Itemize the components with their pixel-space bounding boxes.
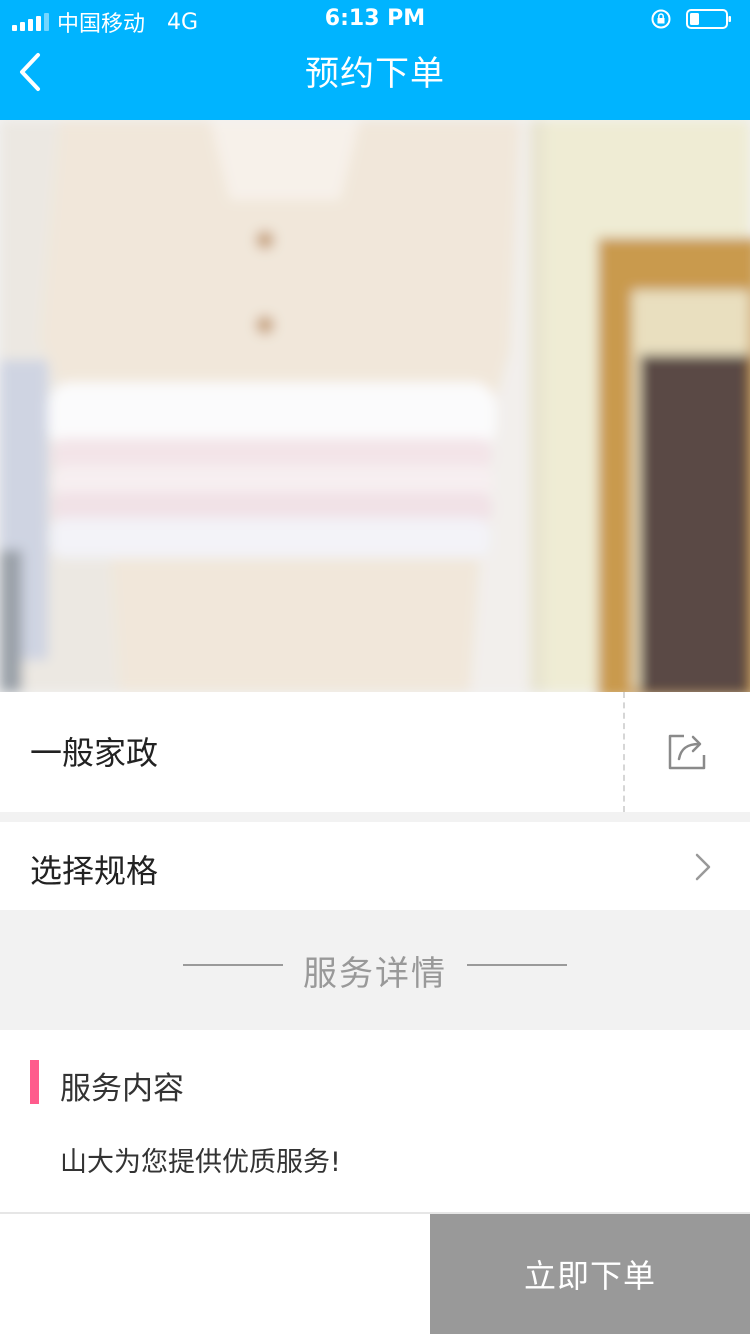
- chevron-right-icon: [695, 853, 711, 881]
- section-header: 服务详情: [0, 910, 750, 1030]
- product-name: 一般家政: [30, 734, 159, 772]
- share-icon[interactable]: [666, 730, 708, 772]
- content-text: 山大为您提供优质服务!: [60, 1147, 341, 1178]
- product-row: 一般家政: [0, 692, 750, 812]
- select-spec-row[interactable]: 选择规格: [0, 822, 750, 910]
- divider: [623, 692, 625, 812]
- accent-bar: [30, 1060, 39, 1104]
- battery-icon: [686, 9, 731, 29]
- page-title: 预约下单: [305, 54, 445, 94]
- service-photo: [0, 120, 750, 692]
- content-title: 服务内容: [60, 1071, 184, 1107]
- app-header: 中国移动 4G 6:13 PM 预约下单: [0, 0, 750, 120]
- section-title: 服务详情: [303, 954, 447, 994]
- order-now-button[interactable]: 立即下单: [430, 1214, 750, 1334]
- divider: [467, 964, 567, 966]
- rotation-lock-icon: [651, 9, 671, 29]
- status-bar: 中国移动 4G 6:13 PM: [0, 0, 750, 40]
- spec-label: 选择规格: [30, 852, 159, 890]
- service-content: 服务内容 山大为您提供优质服务!: [0, 1030, 750, 1212]
- status-time: 6:13 PM: [324, 6, 426, 31]
